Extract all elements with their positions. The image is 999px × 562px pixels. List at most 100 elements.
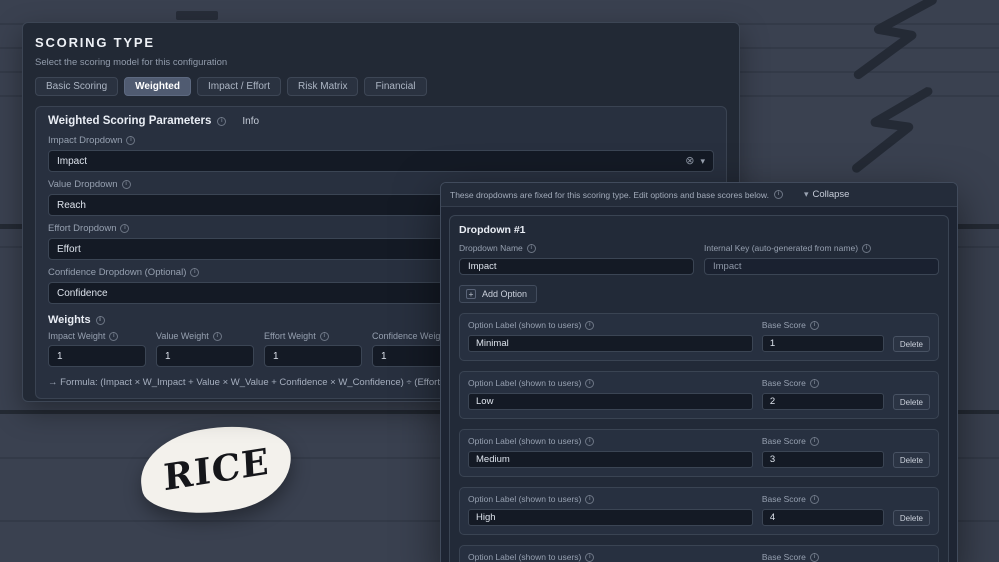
editor-notice-text: These dropdowns are fixed for this scori… [450,190,769,200]
chevron-down-icon[interactable]: ▾ [700,157,705,166]
info-icon[interactable]: i [810,553,819,562]
option-label-input[interactable] [468,509,753,526]
option-label-input[interactable] [468,335,753,352]
editor-notice-bar: These dropdowns are fixed for this scori… [441,183,957,207]
value-weight-input[interactable] [156,345,254,367]
plus-icon: + [466,289,476,299]
base-score-field: Base Score i [762,378,884,410]
info-icon[interactable]: i [320,332,329,341]
info-icon[interactable]: i [810,379,819,388]
info-icon[interactable]: i [585,553,594,562]
base-score-label: Base Score [762,436,806,446]
option-label-label: Option Label (shown to users) [468,494,581,504]
dropdown-name-field: Dropdown Name i [459,243,694,275]
clear-icon[interactable]: ⊗ [685,156,694,167]
lightning-icon [836,76,966,187]
confidence-weight-label: Confidence Weight [372,331,448,341]
scoring-tabs: Basic Scoring Weighted Impact / Effort R… [35,77,727,96]
info-icon[interactable]: i [109,332,118,341]
option-label-field: Option Label (shown to users) i [468,436,753,468]
tab-weighted[interactable]: Weighted [124,77,191,96]
info-icon[interactable]: i [122,180,131,189]
option-label-field: Option Label (shown to users) i [468,320,753,352]
delete-button[interactable]: Delete [893,394,930,410]
option-label-field: Option Label (shown to users) i [468,494,753,526]
value-weight-field: Value Weight i [156,331,254,367]
info-icon[interactable]: i [810,495,819,504]
tab-basic-scoring[interactable]: Basic Scoring [35,77,118,96]
dropdown-editor-panel: These dropdowns are fixed for this scori… [440,182,958,562]
confidence-dropdown-label: Confidence Dropdown (Optional) [48,267,186,278]
tab-risk-matrix[interactable]: Risk Matrix [287,77,358,96]
option-label-input[interactable] [468,393,753,410]
tab-impact-effort[interactable]: Impact / Effort [197,77,281,96]
screen: RICE SCORING TYPE Select the scoring mod… [0,0,999,562]
impact-dropdown-label: Impact Dropdown [48,135,122,146]
delete-button[interactable]: Delete [893,336,930,352]
rice-sticker-text: RICE [162,441,270,500]
info-link[interactable]: Info [242,116,259,127]
internal-key-field: Internal Key (auto-generated from name) … [704,243,939,275]
info-icon[interactable]: i [96,316,105,325]
option-label-field: Option Label (shown to users) i [468,552,753,562]
delete-button[interactable]: Delete [893,510,930,526]
internal-key-input[interactable] [704,258,939,275]
base-score-field: Base Score i [762,320,884,352]
dropdown-card-title: Dropdown #1 [459,224,939,236]
base-score-input[interactable] [762,393,884,410]
base-score-input[interactable] [762,451,884,468]
option-card: Option Label (shown to users) i Base Sco… [459,429,939,477]
info-icon[interactable]: i [585,495,594,504]
info-icon[interactable]: i [810,437,819,446]
weighted-params-title: Weighted Scoring Parameters [48,115,211,127]
info-icon[interactable]: i [774,190,783,199]
delete-button[interactable]: Delete [893,452,930,468]
base-score-label: Base Score [762,494,806,504]
info-icon[interactable]: i [810,321,819,330]
bg-rect [176,11,218,20]
impact-weight-field: Impact Weight i [48,331,146,367]
info-icon[interactable]: i [190,268,199,277]
impact-dropdown-select[interactable]: Impact ⊗ ▾ [48,150,714,172]
rice-sticker: RICE [135,418,297,522]
scoring-type-title: SCORING TYPE [35,35,727,50]
collapse-button[interactable]: ▾ Collapse [804,189,850,200]
base-score-field: Base Score i [762,436,884,468]
dropdown-name-input[interactable] [459,258,694,275]
base-score-field: Base Score i [762,494,884,526]
internal-key-label: Internal Key (auto-generated from name) [704,243,858,253]
info-icon[interactable]: i [585,321,594,330]
info-icon[interactable]: i [213,332,222,341]
option-card: Option Label (shown to users) i Base Sco… [459,371,939,419]
info-icon[interactable]: i [120,224,129,233]
base-score-label: Base Score [762,320,806,330]
dropdown-name-label: Dropdown Name [459,243,523,253]
option-card: Option Label (shown to users) i Base Sco… [459,545,939,562]
info-icon[interactable]: i [217,117,226,126]
add-option-button[interactable]: + Add Option [459,285,537,303]
weighted-params-header: Weighted Scoring Parameters i Info [48,115,714,127]
option-card: Option Label (shown to users) i Base Sco… [459,487,939,535]
info-icon[interactable]: i [585,437,594,446]
impact-dropdown-value: Impact [57,156,87,167]
info-icon[interactable]: i [527,244,536,253]
weights-title: Weights [48,314,91,326]
base-score-input[interactable] [762,509,884,526]
value-weight-label: Value Weight [156,331,209,341]
info-icon[interactable]: i [126,136,135,145]
tab-financial[interactable]: Financial [364,77,426,96]
add-option-label: Add Option [482,289,527,299]
impact-weight-input[interactable] [48,345,146,367]
scoring-type-subtitle: Select the scoring model for this config… [35,57,727,68]
info-icon[interactable]: i [862,244,871,253]
option-label-input[interactable] [468,451,753,468]
option-label-label: Option Label (shown to users) [468,552,581,562]
info-icon[interactable]: i [585,379,594,388]
dropdown-card: Dropdown #1 Dropdown Name i Internal Key… [449,215,949,562]
chevron-down-icon: ▾ [804,190,809,199]
option-label-label: Option Label (shown to users) [468,436,581,446]
effort-weight-field: Effort Weight i [264,331,362,367]
option-label-field: Option Label (shown to users) i [468,378,753,410]
base-score-input[interactable] [762,335,884,352]
effort-weight-input[interactable] [264,345,362,367]
